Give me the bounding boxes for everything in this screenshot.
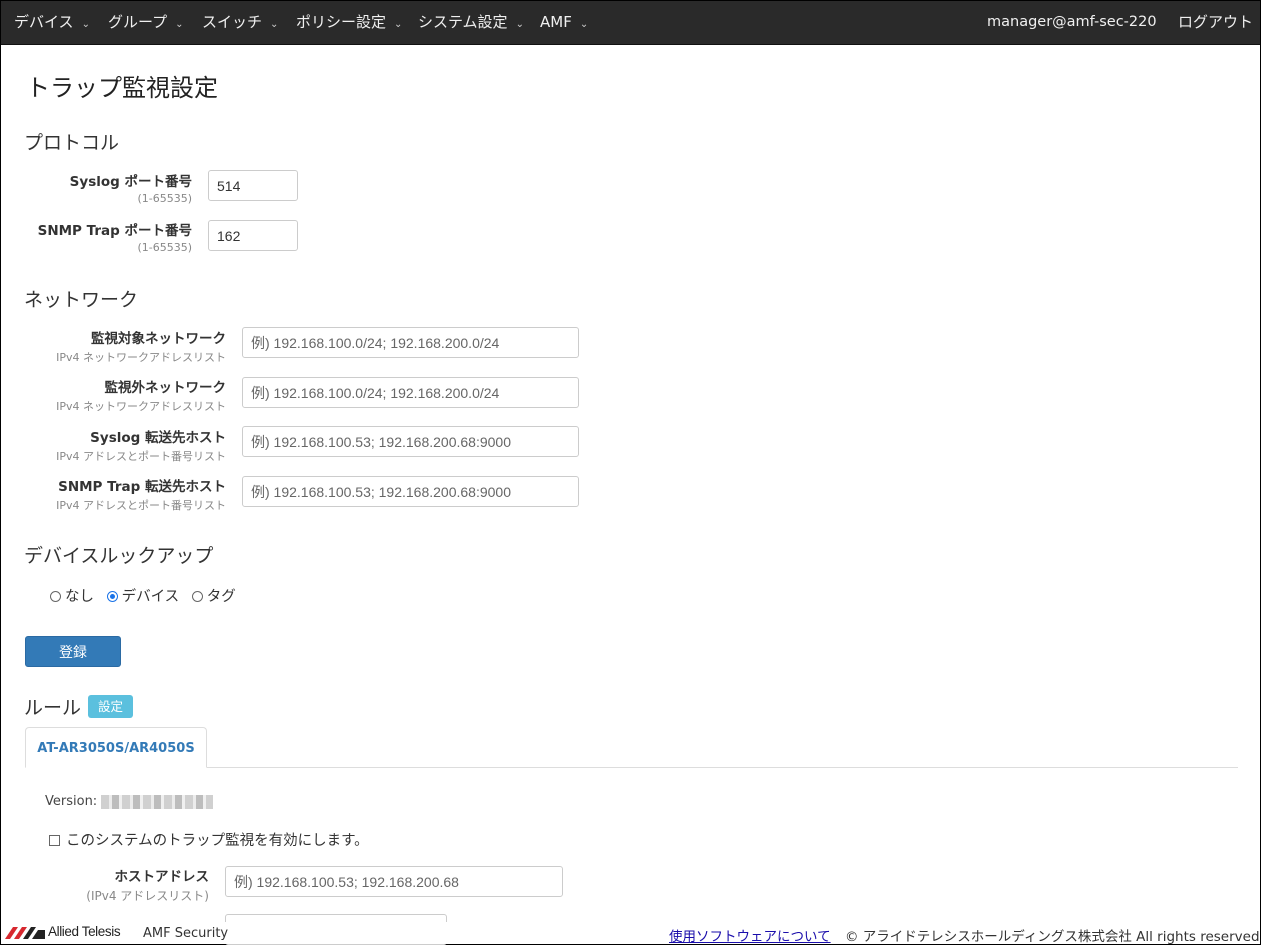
tab-at-ar3050s-ar4050s[interactable]: AT-AR3050S/AR4050S — [25, 727, 207, 768]
nav-menu-devices[interactable]: デバイス ⌄ — [14, 1, 90, 44]
field-label: 監視外ネットワーク — [104, 380, 227, 396]
excluded-network-label: 監視外ネットワーク IPv4 ネットワークアドレスリスト — [20, 376, 226, 414]
nav-menu-label: ポリシー設定 — [296, 13, 387, 31]
allied-telesis-logo-icon — [5, 927, 45, 939]
enable-trap-checkbox[interactable] — [49, 834, 60, 846]
top-navbar: デバイス ⌄ グループ ⌄ スイッチ ⌄ ポリシー設定 ⌄ システム設定 ⌄ AMF ⌄ m… — [1, 1, 1260, 45]
chevron-down-icon: ⌄ — [579, 19, 589, 30]
nav-menu-system[interactable]: システム設定 ⌄ — [418, 1, 524, 44]
product-name: AMF Security — [143, 926, 229, 941]
field-hint: (1-65535) — [137, 192, 192, 205]
nav-menu-label: グループ — [108, 13, 168, 31]
field-hint: IPv4 アドレスとポート番号リスト — [56, 499, 226, 512]
radio-none[interactable] — [50, 590, 61, 602]
section-title-device-lookup: デバイスルックアップ — [24, 545, 214, 567]
snmp-port-label: SNMP Trap ポート番号 (1-65535) — [20, 219, 192, 254]
field-label: SNMP Trap 転送先ホスト — [58, 479, 226, 495]
section-title-network: ネットワーク — [24, 289, 139, 311]
copyright-text: © アライドテレシスホールディングス株式会社 All rights reserv… — [845, 929, 1261, 945]
syslog-port-label: Syslog ポート番号 (1-65535) — [40, 170, 192, 205]
logout-link[interactable]: ログアウト — [1178, 1, 1253, 44]
monitored-network-input[interactable] — [242, 327, 579, 358]
field-label: Syslog 転送先ホスト — [90, 430, 226, 446]
chevron-down-icon: ⌄ — [175, 19, 184, 30]
syslog-forward-label: Syslog 転送先ホスト IPv4 アドレスとポート番号リスト — [20, 426, 226, 464]
section-title-rules: ルール — [24, 697, 82, 719]
version-row: Version: — [45, 794, 214, 809]
snmp-forward-label: SNMP Trap 転送先ホスト IPv4 アドレスとポート番号リスト — [20, 475, 226, 513]
host-address-label: ホストアドレス (IPv4 アドレスリスト) — [20, 865, 209, 904]
field-hint: IPv4 ネットワークアドレスリスト — [56, 400, 226, 413]
current-user: manager@amf-sec-220 — [987, 14, 1157, 30]
chevron-down-icon: ⌄ — [81, 19, 90, 30]
nav-menu-switches[interactable]: スイッチ ⌄ — [202, 1, 278, 44]
radio-label: デバイス — [121, 589, 180, 605]
version-value-redacted — [101, 794, 214, 809]
snmp-forward-input[interactable] — [242, 476, 579, 507]
nav-menu-label: AMF — [540, 13, 572, 31]
software-info-link[interactable]: 使用ソフトウェアについて — [669, 925, 831, 945]
enable-trap-label: このシステムのトラップ監視を有効にします。 — [66, 833, 369, 849]
snmp-port-input[interactable] — [208, 220, 298, 251]
field-label: Syslog ポート番号 — [69, 174, 192, 190]
nav-menu-label: スイッチ — [202, 13, 263, 31]
host-address-input[interactable] — [225, 866, 563, 897]
enable-trap-row: このシステムのトラップ監視を有効にします。 — [49, 829, 369, 850]
monitored-network-label: 監視対象ネットワーク IPv4 ネットワークアドレスリスト — [20, 327, 226, 365]
device-lookup-options: なし デバイス タグ — [48, 585, 242, 606]
radio-label: なし — [65, 589, 94, 605]
field-hint: (1-65535) — [137, 241, 192, 254]
radio-tag[interactable] — [191, 590, 203, 602]
radio-device[interactable] — [106, 590, 118, 602]
submit-button[interactable]: 登録 — [25, 636, 121, 667]
nav-menu-label: システム設定 — [418, 13, 508, 31]
brand-name: Allied Telesis — [48, 924, 121, 939]
field-label: SNMP Trap ポート番号 — [37, 223, 192, 239]
syslog-port-input[interactable] — [208, 170, 298, 201]
rules-settings-badge[interactable]: 設定 — [88, 695, 133, 718]
field-hint: IPv4 アドレスとポート番号リスト — [56, 450, 226, 463]
field-label: 監視対象ネットワーク — [91, 331, 226, 347]
nav-menu-policy[interactable]: ポリシー設定 ⌄ — [296, 1, 402, 44]
nav-menu-groups[interactable]: グループ ⌄ — [108, 1, 184, 44]
section-title-protocol: プロトコル — [24, 132, 120, 154]
syslog-forward-input[interactable] — [242, 426, 579, 457]
field-label: ホストアドレス — [114, 869, 210, 885]
chevron-down-icon: ⌄ — [515, 19, 524, 30]
field-hint: (IPv4 アドレスリスト) — [86, 889, 209, 903]
version-label: Version: — [45, 794, 98, 809]
radio-label: タグ — [206, 589, 236, 605]
excluded-network-input[interactable] — [242, 377, 579, 408]
page-title: トラップ監視設定 — [26, 74, 218, 102]
footer: Allied Telesis AMF Security 使用ソフトウェアについて… — [1, 922, 1261, 945]
nav-menu-label: デバイス — [14, 13, 74, 31]
chevron-down-icon: ⌄ — [394, 19, 403, 30]
field-hint: IPv4 ネットワークアドレスリスト — [56, 351, 226, 364]
chevron-down-icon: ⌄ — [270, 19, 279, 30]
nav-menu-amf[interactable]: AMF ⌄ — [540, 1, 588, 44]
